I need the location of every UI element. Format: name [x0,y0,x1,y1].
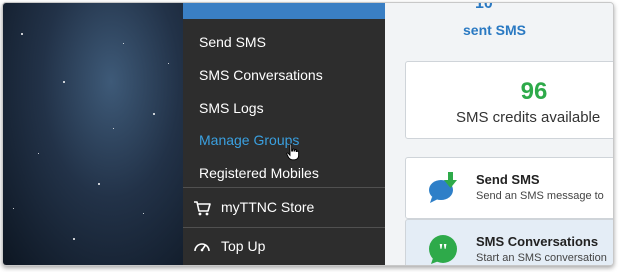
menu-item-label: myTTNC Store [221,199,315,215]
menu-item-top-up[interactable]: Top Up [183,229,385,265]
conversation-icon: " [429,235,457,264]
submenu-item-send-sms[interactable]: Send SMS [199,34,266,50]
gauge-icon [194,243,210,252]
sms-menu-header[interactable] [183,3,385,19]
card-description: Start an SMS conversation [476,252,607,264]
hand-cursor-icon [286,143,300,161]
card-title: Send SMS [476,172,540,187]
card-title: SMS Conversations [476,234,599,249]
submenu-item-registered-mobiles[interactable]: Registered Mobiles [199,165,319,181]
space-background [3,3,183,265]
dashboard-content: 10 sent SMS 96 SMS credits available Sen… [385,3,613,265]
menu-divider [183,187,385,188]
sent-sms-label: sent SMS [463,22,527,38]
screenshot-frame: Send SMS SMS Conversations SMS Logs Mana… [2,2,614,266]
menu-item-label: Top Up [221,238,266,254]
send-sms-icon [429,172,457,203]
send-sms-card[interactable]: Send SMS Send an SMS message to [405,157,613,219]
sms-credits-label: SMS credits available [456,109,601,126]
sent-sms-count: 10 [475,2,493,12]
sms-credits-panel: 96 SMS credits available [405,61,613,139]
sms-credits-count: 96 [520,78,548,105]
cart-icon [194,201,211,216]
submenu-item-sms-conversations[interactable]: SMS Conversations [199,67,323,83]
submenu-item-manage-groups[interactable]: Manage Groups [199,132,299,148]
menu-item-myttnc-store[interactable]: myTTNC Store [183,190,385,226]
submenu-item-sms-logs[interactable]: SMS Logs [199,100,264,116]
card-description: Send an SMS message to [476,190,604,202]
svg-text:": " [437,240,448,262]
sms-conversations-card[interactable]: " SMS Conversations Start an SMS convers… [405,219,613,265]
sidebar-menu: Send SMS SMS Conversations SMS Logs Mana… [183,3,385,265]
menu-divider [183,227,385,228]
